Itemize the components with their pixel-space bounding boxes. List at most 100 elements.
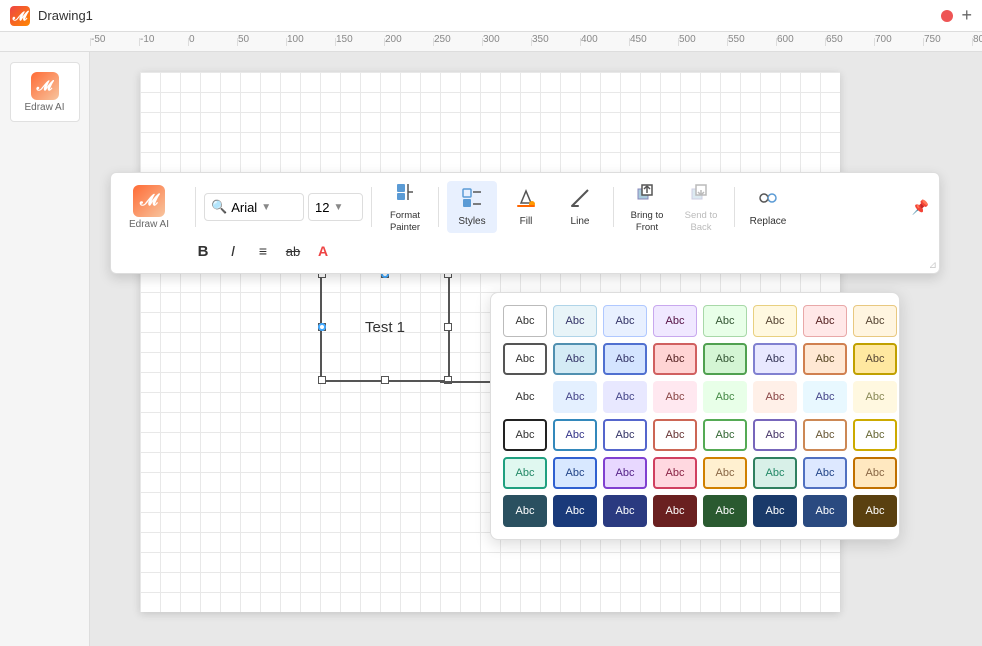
style-cell-2-2[interactable]: Abc — [553, 343, 597, 375]
style-cell-6-4[interactable]: Abc — [653, 495, 697, 527]
canvas-area[interactable]: Test 1 𝓜 Edraw AI 🔍 Aria — [90, 52, 982, 646]
font-color-button[interactable]: A — [309, 237, 337, 265]
style-cell-3-7[interactable]: Abc — [803, 381, 847, 413]
style-cell-2-8[interactable]: Abc — [853, 343, 897, 375]
ruler-marks: -50 -10 0 50 100 150 200 250 300 350 400… — [90, 38, 982, 46]
style-cell-3-3[interactable]: Abc — [603, 381, 647, 413]
line-label: Line — [571, 216, 590, 227]
style-cell-4-7[interactable]: Abc — [803, 419, 847, 451]
separator-1 — [195, 187, 196, 227]
floating-toolbar: 𝓜 Edraw AI 🔍 Arial ▼ 12 ▼ — [110, 172, 940, 274]
style-cell-6-3[interactable]: Abc — [603, 495, 647, 527]
style-cell-4-8[interactable]: Abc — [853, 419, 897, 451]
styles-icon — [461, 187, 483, 214]
handle-bm[interactable] — [381, 376, 389, 384]
line-button[interactable]: Line — [555, 181, 605, 233]
style-cell-2-5[interactable]: Abc — [703, 343, 747, 375]
style-cell-4-4[interactable]: Abc — [653, 419, 697, 451]
font-size-select[interactable]: 12 ▼ — [308, 193, 363, 221]
format-painter-button[interactable]: FormatPainter — [380, 181, 430, 233]
bring-to-front-button[interactable]: Bring toFront — [622, 181, 672, 233]
sidebar: 𝓜 Edraw AI — [0, 52, 90, 646]
shape-label: Test 1 — [365, 319, 405, 336]
style-cell-5-3[interactable]: Abc — [603, 457, 647, 489]
font-size-value: 12 — [315, 200, 329, 215]
edraw-logo: 𝓜 — [31, 72, 59, 100]
separator-3 — [438, 187, 439, 227]
resize-handle: ⊿ — [929, 260, 937, 271]
style-cell-1-7[interactable]: Abc — [803, 305, 847, 337]
new-tab-button[interactable]: + — [961, 5, 972, 26]
styles-label: Styles — [458, 216, 485, 227]
sidebar-label-edraw: Edraw AI — [24, 102, 64, 113]
replace-icon — [757, 187, 779, 214]
font-family-value: Arial — [231, 200, 257, 215]
bring-to-front-label: Bring toFront — [631, 210, 664, 233]
style-cell-6-2[interactable]: Abc — [553, 495, 597, 527]
style-cell-3-1[interactable]: Abc — [503, 381, 547, 413]
style-cell-4-2[interactable]: Abc — [553, 419, 597, 451]
style-cell-4-3[interactable]: Abc — [603, 419, 647, 451]
styles-button[interactable]: Styles — [447, 181, 497, 233]
chevron-down-icon: ▼ — [261, 202, 271, 213]
style-panel: Abc Abc Abc Abc Abc Abc Abc Abc Abc Abc … — [490, 292, 900, 540]
style-cell-3-2[interactable]: Abc — [553, 381, 597, 413]
send-to-back-icon — [690, 181, 712, 208]
style-cell-6-6[interactable]: Abc — [753, 495, 797, 527]
fill-button[interactable]: Fill — [501, 181, 551, 233]
search-icon: 🔍 — [211, 199, 227, 215]
sidebar-item-edraw[interactable]: 𝓜 Edraw AI — [10, 62, 80, 122]
separator-4 — [613, 187, 614, 227]
app-logo: 𝓜 — [10, 6, 30, 26]
style-cell-5-4[interactable]: Abc — [653, 457, 697, 489]
style-cell-6-1[interactable]: Abc — [503, 495, 547, 527]
style-cell-4-6[interactable]: Abc — [753, 419, 797, 451]
horizontal-ruler: -50 -10 0 50 100 150 200 250 300 350 400… — [0, 32, 982, 52]
style-cell-2-7[interactable]: Abc — [803, 343, 847, 375]
italic-button[interactable]: I — [219, 237, 247, 265]
style-cell-2-4[interactable]: Abc — [653, 343, 697, 375]
style-cell-5-8[interactable]: Abc — [853, 457, 897, 489]
style-cell-5-2[interactable]: Abc — [553, 457, 597, 489]
style-cell-5-6[interactable]: Abc — [753, 457, 797, 489]
app-title: Drawing1 — [38, 8, 933, 23]
style-cell-1-6[interactable]: Abc — [753, 305, 797, 337]
style-cell-1-5[interactable]: Abc — [703, 305, 747, 337]
shape-rect[interactable]: Test 1 — [320, 272, 450, 382]
replace-button[interactable]: Replace — [743, 181, 793, 233]
style-cell-5-1[interactable]: Abc — [503, 457, 547, 489]
strikethrough-button[interactable]: ab — [279, 237, 307, 265]
style-cell-3-6[interactable]: Abc — [753, 381, 797, 413]
conn-left[interactable] — [318, 323, 326, 331]
style-cell-5-5[interactable]: Abc — [703, 457, 747, 489]
style-cell-5-7[interactable]: Abc — [803, 457, 847, 489]
send-to-back-button[interactable]: Send toBack — [676, 181, 726, 233]
style-cell-1-1[interactable]: Abc — [503, 305, 547, 337]
handle-mr[interactable] — [444, 323, 452, 331]
style-cell-6-8[interactable]: Abc — [853, 495, 897, 527]
style-cell-3-8[interactable]: Abc — [853, 381, 897, 413]
handle-bl[interactable] — [318, 376, 326, 384]
style-cell-4-1[interactable]: Abc — [503, 419, 547, 451]
toolbar-row2: B I ≡ ab A — [119, 237, 931, 265]
style-cell-2-6[interactable]: Abc — [753, 343, 797, 375]
font-size-chevron-icon: ▼ — [333, 202, 343, 213]
bring-to-front-icon — [636, 181, 658, 208]
shape-container[interactable]: Test 1 — [320, 272, 450, 382]
style-cell-1-8[interactable]: Abc — [853, 305, 897, 337]
close-button[interactable] — [941, 10, 953, 22]
style-cell-1-4[interactable]: Abc — [653, 305, 697, 337]
style-cell-3-4[interactable]: Abc — [653, 381, 697, 413]
style-cell-1-3[interactable]: Abc — [603, 305, 647, 337]
style-cell-4-5[interactable]: Abc — [703, 419, 747, 451]
bold-button[interactable]: B — [189, 237, 217, 265]
align-button[interactable]: ≡ — [249, 237, 277, 265]
pin-button[interactable]: 📌 — [910, 197, 931, 218]
style-cell-3-5[interactable]: Abc — [703, 381, 747, 413]
style-cell-1-2[interactable]: Abc — [553, 305, 597, 337]
style-cell-2-3[interactable]: Abc — [603, 343, 647, 375]
font-family-select[interactable]: 🔍 Arial ▼ — [204, 193, 304, 221]
style-cell-2-1[interactable]: Abc — [503, 343, 547, 375]
style-cell-6-7[interactable]: Abc — [803, 495, 847, 527]
style-cell-6-5[interactable]: Abc — [703, 495, 747, 527]
